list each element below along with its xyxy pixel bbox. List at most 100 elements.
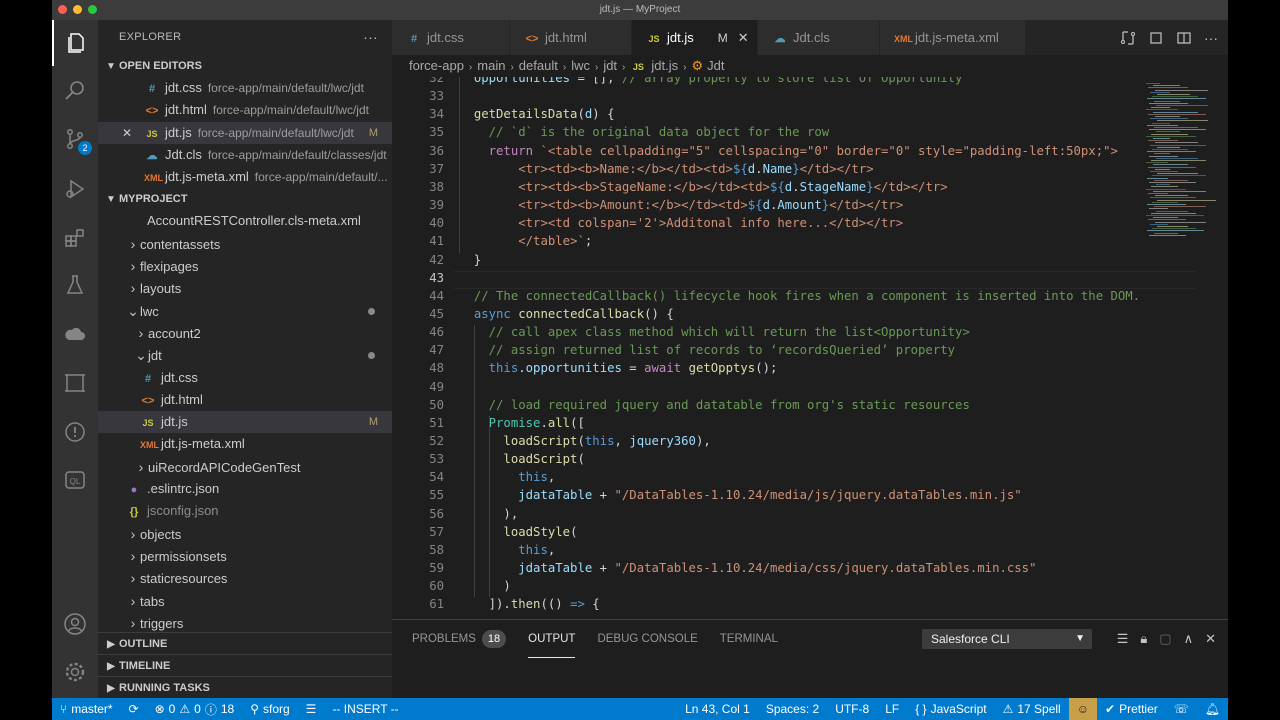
- explorer-activity[interactable]: [52, 20, 98, 66]
- maximize-panel-icon[interactable]: ▢: [1159, 631, 1171, 647]
- tab-jdt-js-meta-xml[interactable]: XML jdt.js-meta.xml: [880, 20, 1026, 55]
- code-line[interactable]: // assign returned list of records to ‘r…: [459, 343, 955, 357]
- file-item[interactable]: # jdt.css: [98, 367, 392, 389]
- code-line[interactable]: <tr><td><b>Amount:</b></td><td>${d.Amoun…: [459, 198, 903, 212]
- close-panel-icon[interactable]: ✕: [1205, 631, 1216, 647]
- open-editor-item[interactable]: # jdt.css force-app/main/default/lwc/jdt: [98, 77, 392, 99]
- file-item[interactable]: AccountRESTController.cls-meta.xml: [98, 210, 392, 232]
- breadcrumb-item[interactable]: force-app: [409, 58, 464, 73]
- file-item[interactable]: {} jsconfig.json: [98, 500, 392, 522]
- minimize-window-button[interactable]: [73, 5, 82, 14]
- problems-status[interactable]: ⊗ 0 ⚠ 0 ⓘ 18: [147, 698, 243, 720]
- panel-tab-debug-console[interactable]: DEBUG CONSOLE: [597, 620, 697, 658]
- code-line[interactable]: }: [459, 253, 481, 267]
- cursor-position[interactable]: Ln 43, Col 1: [677, 698, 758, 720]
- problems-activity[interactable]: [52, 409, 98, 455]
- query-activity[interactable]: QL: [52, 457, 98, 503]
- sync-status[interactable]: ⟳: [121, 698, 147, 720]
- language-status[interactable]: { } JavaScript: [907, 698, 994, 720]
- close-window-button[interactable]: [58, 5, 67, 14]
- panel-tab-terminal[interactable]: TERMINAL: [720, 620, 778, 658]
- code-line[interactable]: this.opportunities = await getOpptys();: [459, 361, 778, 375]
- tab-jdt-html[interactable]: <> jdt.html: [510, 20, 632, 55]
- remote-explorer-activity[interactable]: [52, 360, 98, 406]
- folder-item[interactable]: › contentassets: [98, 233, 392, 255]
- folder-item[interactable]: › uiRecordAPICodeGenTest: [98, 456, 392, 478]
- file-item[interactable]: XML jdt.js-meta.xml: [98, 433, 392, 455]
- folder-item[interactable]: › permissionsets: [98, 545, 392, 567]
- code-line[interactable]: </table>`;: [459, 234, 592, 248]
- code-line[interactable]: loadStyle(: [459, 525, 577, 539]
- folder-item[interactable]: › triggers: [98, 612, 392, 634]
- folder-item[interactable]: › staticresources: [98, 567, 392, 589]
- file-item[interactable]: JS jdt.js M: [98, 411, 392, 434]
- code-line[interactable]: return `<table cellpadding="5" cellspaci…: [459, 144, 1118, 158]
- feedback-status[interactable]: ☏: [1166, 698, 1197, 720]
- breadcrumb-item[interactable]: default: [519, 58, 558, 73]
- encoding-status[interactable]: UTF-8: [827, 698, 877, 720]
- code-line[interactable]: async connectedCallback() {: [459, 307, 674, 321]
- run-debug-activity[interactable]: [52, 166, 98, 212]
- breadcrumb-item[interactable]: lwc: [571, 58, 590, 73]
- code-line[interactable]: getDetailsData(d) {: [459, 107, 615, 121]
- extensions-activity[interactable]: [52, 215, 98, 261]
- code-line[interactable]: Promise.all([: [459, 416, 585, 430]
- code-line[interactable]: ): [459, 579, 510, 593]
- org-status[interactable]: ⚲ sforg: [242, 698, 297, 720]
- code-line[interactable]: // load required jquery and datatable fr…: [459, 398, 970, 412]
- salesforce-org-activity[interactable]: [52, 311, 98, 357]
- open-editor-item[interactable]: <> jdt.html force-app/main/default/lwc/jdt: [98, 99, 392, 121]
- open-editor-item[interactable]: XML jdt.js-meta.xml force-app/main/default…: [98, 166, 392, 188]
- lock-icon[interactable]: 🔒︎: [1140, 631, 1147, 647]
- minimap[interactable]: [1146, 77, 1216, 277]
- folder-item[interactable]: › objects: [98, 523, 392, 545]
- folder-item[interactable]: › account2: [98, 322, 392, 344]
- breadcrumb-item[interactable]: jdt.js: [651, 58, 678, 73]
- folder-item[interactable]: › tabs: [98, 590, 392, 612]
- eol-status[interactable]: LF: [877, 698, 907, 720]
- breadcrumb-item[interactable]: Jdt: [707, 58, 724, 73]
- code-line[interactable]: jdataTable + "/DataTables-1.10.24/media/…: [459, 488, 1021, 502]
- folder-item[interactable]: › flexipages: [98, 255, 392, 277]
- copilot-status[interactable]: ☺: [1068, 698, 1097, 720]
- tab-jdt-js[interactable]: JS jdt.js M ✕: [632, 20, 758, 55]
- manage-activity[interactable]: [52, 649, 98, 695]
- accounts-activity[interactable]: [52, 601, 98, 647]
- output-channel-select[interactable]: Salesforce CLI ▼: [922, 629, 1092, 649]
- panel-tab-problems[interactable]: PROBLEMS 18: [412, 620, 507, 658]
- close-icon[interactable]: ✕: [122, 122, 132, 144]
- compare-changes-icon[interactable]: [1120, 30, 1136, 46]
- code-line[interactable]: loadScript(: [459, 452, 584, 466]
- code-line[interactable]: loadScript(this, jquery360),: [459, 434, 710, 448]
- folder-item[interactable]: › layouts: [98, 277, 392, 299]
- folder-item[interactable]: ⌄jdt: [98, 344, 392, 366]
- testing-activity[interactable]: [52, 262, 98, 308]
- code-line[interactable]: // call apex class method which will ret…: [459, 325, 970, 339]
- more-actions-icon[interactable]: ···: [363, 20, 378, 55]
- code-line[interactable]: ]).then(() => {: [459, 597, 600, 611]
- file-item[interactable]: <> jdt.html: [98, 389, 392, 411]
- source-control-activity[interactable]: 2: [52, 116, 98, 162]
- code-line[interactable]: // The connectedCallback() lifecycle hoo…: [459, 289, 1140, 303]
- tasks-status[interactable]: ☰: [298, 698, 325, 720]
- open-editors-section[interactable]: ▼ OPEN EDITORS: [98, 55, 392, 77]
- spell-status[interactable]: ⚠ 17 Spell: [995, 698, 1069, 720]
- breadcrumb-item[interactable]: main: [477, 58, 505, 73]
- branch-status[interactable]: ⑂ master*: [52, 698, 121, 720]
- file-item[interactable]: ● .eslintrc.json: [98, 478, 392, 500]
- prettier-status[interactable]: ✔ Prettier: [1097, 698, 1166, 720]
- code-line[interactable]: <tr><td><b>Name:</b></td><td>${d.Name}</…: [459, 162, 873, 176]
- search-activity[interactable]: [52, 68, 98, 114]
- split-editor-icon[interactable]: [1176, 30, 1192, 46]
- indentation-status[interactable]: Spaces: 2: [758, 698, 827, 720]
- panel-tab-output[interactable]: OUTPUT: [528, 620, 576, 658]
- maximize-window-button[interactable]: [88, 5, 97, 14]
- outline-section[interactable]: ▶ OUTLINE: [98, 632, 392, 654]
- code-line[interactable]: jdataTable + "/DataTables-1.10.24/media/…: [459, 561, 1036, 575]
- code-line[interactable]: <tr><td><b>StageName:</b></td><td>${d.St…: [459, 180, 947, 194]
- chevron-up-icon[interactable]: ∧: [1184, 631, 1194, 647]
- tab-jdt-css[interactable]: # jdt.css: [392, 20, 510, 55]
- running-tasks-section[interactable]: ▶ RUNNING TASKS: [98, 676, 392, 698]
- open-editor-item[interactable]: ✕ JS jdt.js force-app/main/default/lwc/jdt M: [98, 121, 392, 144]
- code-line[interactable]: opportunities = []; // array property to…: [459, 77, 963, 85]
